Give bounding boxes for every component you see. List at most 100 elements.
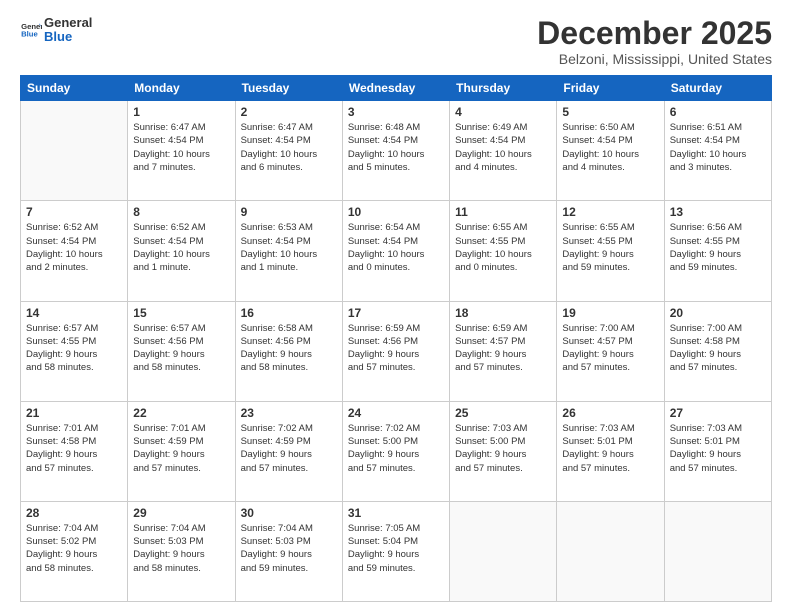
day-number: 2 [241, 105, 337, 119]
calendar-cell: 14 Sunrise: 6:57 AM Sunset: 4:55 PM Dayli… [21, 301, 128, 401]
day-info: Sunrise: 6:51 AM Sunset: 4:54 PM Dayligh… [670, 121, 766, 174]
day-info: Sunrise: 7:02 AM Sunset: 5:00 PM Dayligh… [348, 422, 444, 475]
title-area: December 2025 Belzoni, Mississippi, Unit… [537, 16, 772, 67]
day-number: 14 [26, 306, 122, 320]
day-number: 5 [562, 105, 658, 119]
day-info: Sunrise: 7:03 AM Sunset: 5:01 PM Dayligh… [562, 422, 658, 475]
day-number: 13 [670, 205, 766, 219]
calendar-cell: 3Sunrise: 6:48 AM Sunset: 4:54 PM Daylig… [342, 101, 449, 201]
weekday-header-tuesday: Tuesday [235, 76, 342, 101]
calendar-week-row: 1 Sunrise: 6:47 AM Sunset: 4:54 PM Daylig… [21, 101, 772, 201]
day-info: Sunrise: 6:54 AM Sunset: 4:54 PM Dayligh… [348, 221, 444, 274]
calendar-cell: 28 Sunrise: 7:04 AM Sunset: 5:02 PM Dayli… [21, 501, 128, 601]
day-number: 12 [562, 205, 658, 219]
day-info: Sunrise: 6:55 AM Sunset: 4:55 PM Dayligh… [562, 221, 658, 274]
day-number: 19 [562, 306, 658, 320]
day-number: 6 [670, 105, 766, 119]
day-number: 4 [455, 105, 551, 119]
calendar-cell: 10Sunrise: 6:54 AM Sunset: 4:54 PM Dayli… [342, 201, 449, 301]
day-info: Sunrise: 7:02 AM Sunset: 4:59 PM Dayligh… [241, 422, 337, 475]
day-info: Sunrise: 6:55 AM Sunset: 4:55 PM Dayligh… [455, 221, 551, 274]
day-number: 18 [455, 306, 551, 320]
calendar-cell: 2 Sunrise: 6:47 AM Sunset: 4:54 PM Daylig… [235, 101, 342, 201]
weekday-header-monday: Monday [128, 76, 235, 101]
day-number: 30 [241, 506, 337, 520]
calendar-week-row: 7 Sunrise: 6:52 AM Sunset: 4:54 PM Daylig… [21, 201, 772, 301]
calendar-cell: 29 Sunrise: 7:04 AM Sunset: 5:03 PM Dayli… [128, 501, 235, 601]
calendar-cell: 26 Sunrise: 7:03 AM Sunset: 5:01 PM Dayli… [557, 401, 664, 501]
logo-blue: Blue [44, 30, 92, 44]
day-number: 17 [348, 306, 444, 320]
weekday-header-row: SundayMondayTuesdayWednesdayThursdayFrid… [21, 76, 772, 101]
calendar-cell: 20Sunrise: 7:00 AM Sunset: 4:58 PM Dayli… [664, 301, 771, 401]
day-info: Sunrise: 6:49 AM Sunset: 4:54 PM Dayligh… [455, 121, 551, 174]
day-info: Sunrise: 7:05 AM Sunset: 5:04 PM Dayligh… [348, 522, 444, 575]
day-info: Sunrise: 7:03 AM Sunset: 5:01 PM Dayligh… [670, 422, 766, 475]
day-info: Sunrise: 6:59 AM Sunset: 4:57 PM Dayligh… [455, 322, 551, 375]
calendar-cell [450, 501, 557, 601]
calendar-cell: 6 Sunrise: 6:51 AM Sunset: 4:54 PM Daylig… [664, 101, 771, 201]
weekday-header-thursday: Thursday [450, 76, 557, 101]
day-info: Sunrise: 6:47 AM Sunset: 4:54 PM Dayligh… [133, 121, 229, 174]
calendar-week-row: 21 Sunrise: 7:01 AM Sunset: 4:58 PM Dayli… [21, 401, 772, 501]
day-info: Sunrise: 7:01 AM Sunset: 4:58 PM Dayligh… [26, 422, 122, 475]
day-number: 11 [455, 205, 551, 219]
day-info: Sunrise: 6:56 AM Sunset: 4:55 PM Dayligh… [670, 221, 766, 274]
day-number: 23 [241, 406, 337, 420]
weekday-header-wednesday: Wednesday [342, 76, 449, 101]
logo-general: General [44, 16, 92, 30]
day-number: 21 [26, 406, 122, 420]
calendar-cell: 23 Sunrise: 7:02 AM Sunset: 4:59 PM Dayli… [235, 401, 342, 501]
calendar-cell: 1 Sunrise: 6:47 AM Sunset: 4:54 PM Daylig… [128, 101, 235, 201]
day-number: 22 [133, 406, 229, 420]
calendar-cell: 30 Sunrise: 7:04 AM Sunset: 5:03 PM Dayli… [235, 501, 342, 601]
day-number: 24 [348, 406, 444, 420]
day-number: 29 [133, 506, 229, 520]
day-number: 15 [133, 306, 229, 320]
location: Belzoni, Mississippi, United States [537, 51, 772, 67]
logo-icon: General Blue [20, 19, 42, 41]
day-info: Sunrise: 7:04 AM Sunset: 5:02 PM Dayligh… [26, 522, 122, 575]
header: General Blue General Blue December 2025 … [20, 16, 772, 67]
day-number: 9 [241, 205, 337, 219]
calendar-cell: 8 Sunrise: 6:52 AM Sunset: 4:54 PM Daylig… [128, 201, 235, 301]
day-info: Sunrise: 7:04 AM Sunset: 5:03 PM Dayligh… [133, 522, 229, 575]
calendar-week-row: 28 Sunrise: 7:04 AM Sunset: 5:02 PM Dayli… [21, 501, 772, 601]
weekday-header-saturday: Saturday [664, 76, 771, 101]
day-info: Sunrise: 6:53 AM Sunset: 4:54 PM Dayligh… [241, 221, 337, 274]
day-number: 20 [670, 306, 766, 320]
day-info: Sunrise: 6:52 AM Sunset: 4:54 PM Dayligh… [26, 221, 122, 274]
day-info: Sunrise: 6:57 AM Sunset: 4:55 PM Dayligh… [26, 322, 122, 375]
calendar-cell: 31 Sunrise: 7:05 AM Sunset: 5:04 PM Dayli… [342, 501, 449, 601]
day-info: Sunrise: 7:03 AM Sunset: 5:00 PM Dayligh… [455, 422, 551, 475]
day-number: 8 [133, 205, 229, 219]
day-info: Sunrise: 7:04 AM Sunset: 5:03 PM Dayligh… [241, 522, 337, 575]
page: General Blue General Blue December 2025 … [0, 0, 792, 612]
day-number: 26 [562, 406, 658, 420]
calendar-cell: 17Sunrise: 6:59 AM Sunset: 4:56 PM Dayli… [342, 301, 449, 401]
month-title: December 2025 [537, 16, 772, 51]
day-number: 1 [133, 105, 229, 119]
day-info: Sunrise: 6:47 AM Sunset: 4:54 PM Dayligh… [241, 121, 337, 174]
calendar-cell: 24 Sunrise: 7:02 AM Sunset: 5:00 PM Dayli… [342, 401, 449, 501]
calendar-cell: 11 Sunrise: 6:55 AM Sunset: 4:55 PM Dayli… [450, 201, 557, 301]
calendar-table: SundayMondayTuesdayWednesdayThursdayFrid… [20, 75, 772, 602]
svg-text:Blue: Blue [21, 30, 38, 39]
calendar-cell: 9 Sunrise: 6:53 AM Sunset: 4:54 PM Daylig… [235, 201, 342, 301]
weekday-header-sunday: Sunday [21, 76, 128, 101]
day-number: 7 [26, 205, 122, 219]
day-number: 31 [348, 506, 444, 520]
calendar-cell: 4 Sunrise: 6:49 AM Sunset: 4:54 PM Daylig… [450, 101, 557, 201]
calendar-cell: 19Sunrise: 7:00 AM Sunset: 4:57 PM Dayli… [557, 301, 664, 401]
logo: General Blue General Blue [20, 16, 92, 45]
calendar-week-row: 14 Sunrise: 6:57 AM Sunset: 4:55 PM Dayli… [21, 301, 772, 401]
calendar-cell: 15 Sunrise: 6:57 AM Sunset: 4:56 PM Dayli… [128, 301, 235, 401]
calendar-cell: 21 Sunrise: 7:01 AM Sunset: 4:58 PM Dayli… [21, 401, 128, 501]
day-info: Sunrise: 6:57 AM Sunset: 4:56 PM Dayligh… [133, 322, 229, 375]
day-info: Sunrise: 6:52 AM Sunset: 4:54 PM Dayligh… [133, 221, 229, 274]
day-info: Sunrise: 6:50 AM Sunset: 4:54 PM Dayligh… [562, 121, 658, 174]
day-number: 28 [26, 506, 122, 520]
calendar-cell [664, 501, 771, 601]
day-number: 27 [670, 406, 766, 420]
day-number: 16 [241, 306, 337, 320]
